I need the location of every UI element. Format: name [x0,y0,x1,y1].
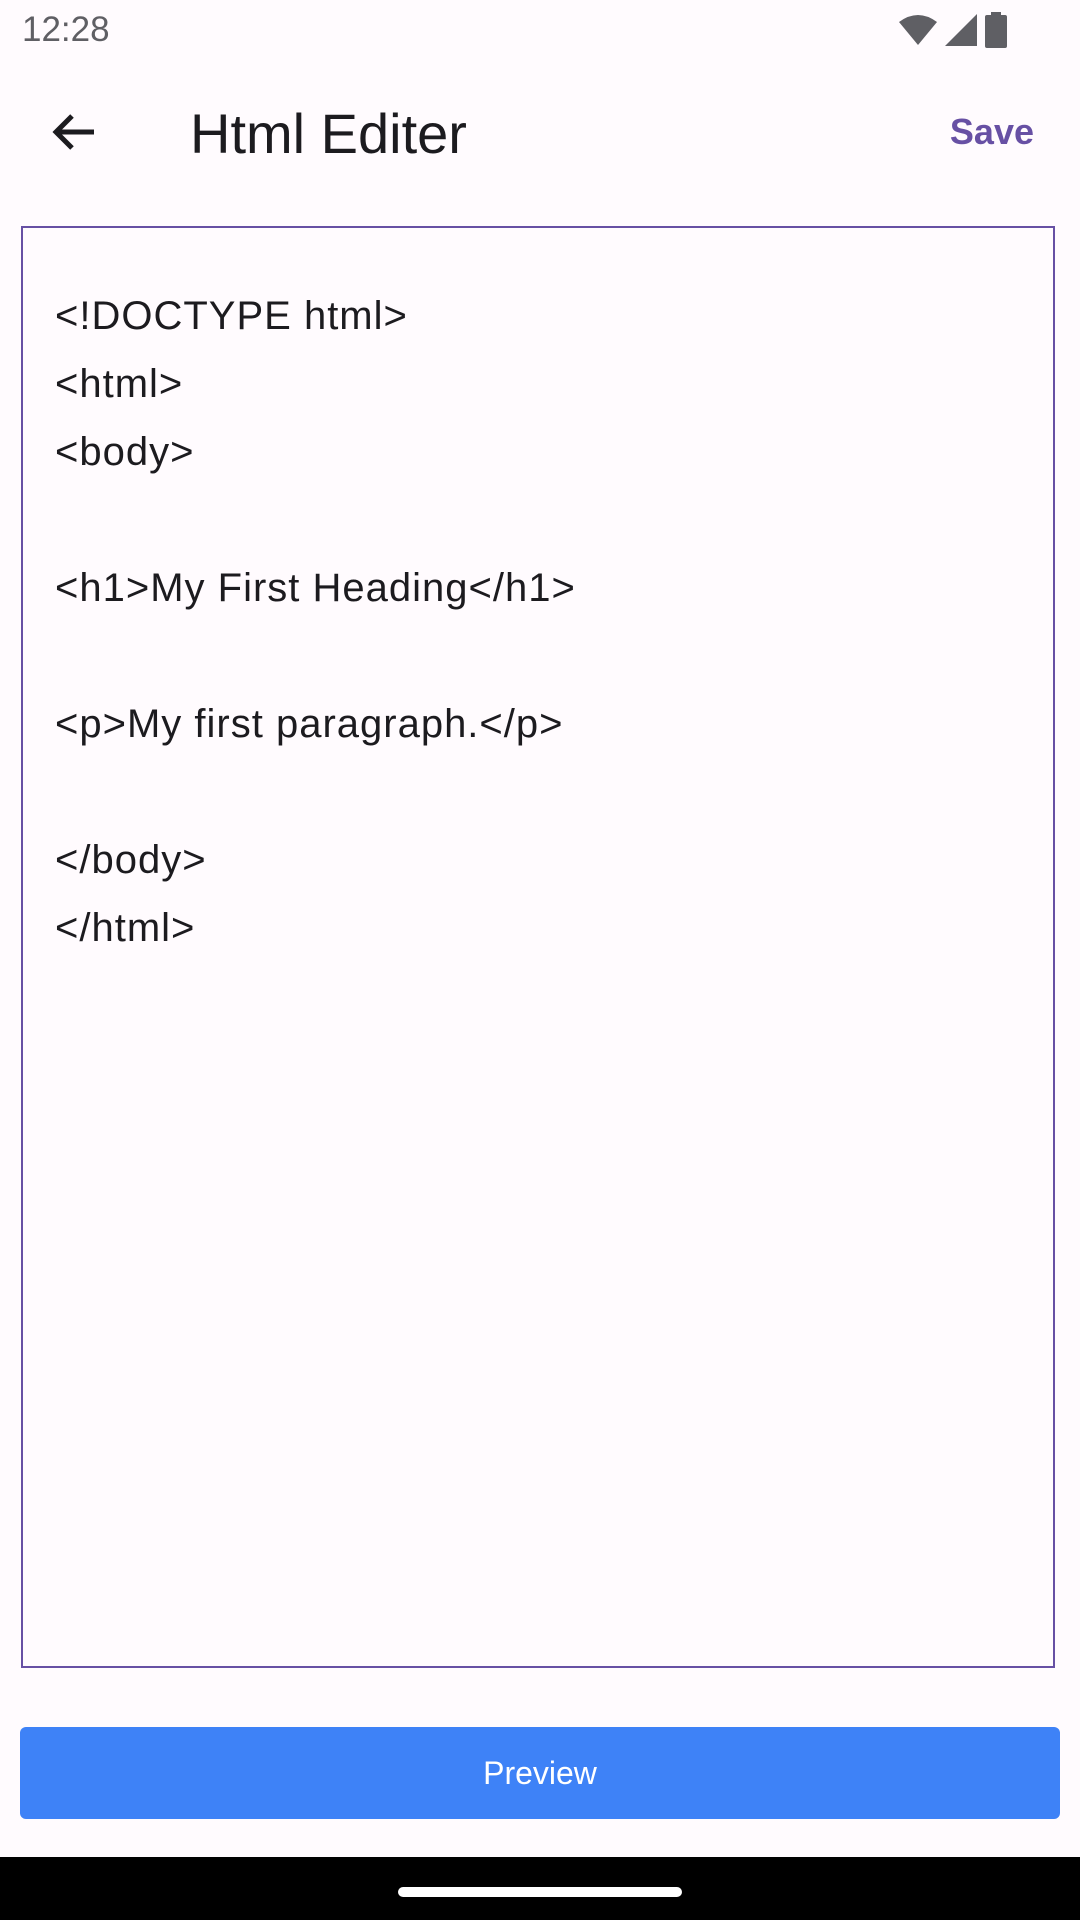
status-bar: 12:28 [0,0,1080,64]
cellular-signal-icon [944,13,978,52]
arrow-back-icon [50,108,98,161]
editor-content[interactable]: <!DOCTYPE html> <html> <body> <h1>My Fir… [55,282,576,962]
save-button[interactable]: Save [950,110,1034,154]
back-button[interactable] [34,102,114,166]
battery-icon [984,11,1008,53]
status-time: 12:28 [22,10,110,49]
preview-button[interactable]: Preview [20,1727,1060,1819]
wifi-icon [898,14,938,51]
screen: 12:28 Html Editer Save <!DOCTYPE html> <… [0,0,1080,1920]
status-icons [898,11,1008,53]
html-editor-field[interactable]: <!DOCTYPE html> <html> <body> <h1>My Fir… [21,226,1055,1668]
navigation-bar [0,1857,1080,1920]
app-bar: Html Editer Save [0,64,1080,204]
home-indicator[interactable] [398,1887,682,1897]
page-title: Html Editer [190,102,467,165]
